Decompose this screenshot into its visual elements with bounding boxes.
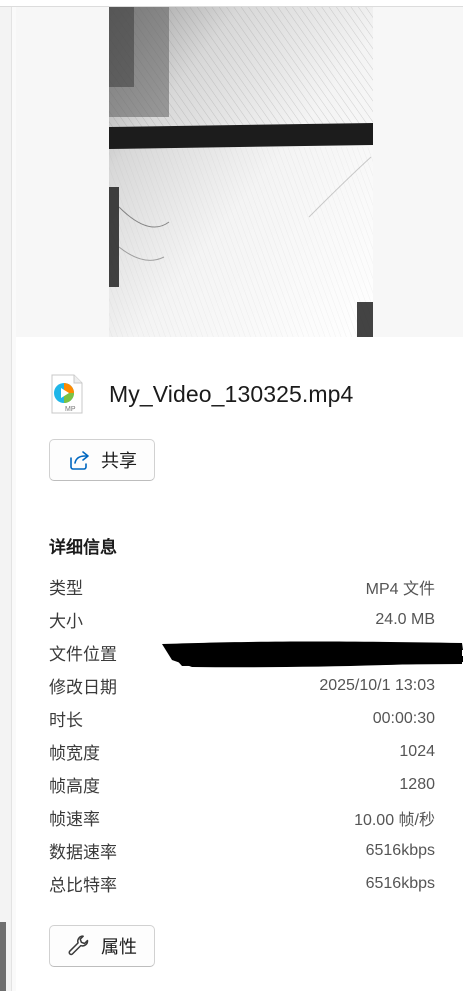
properties-button[interactable]: 属性: [49, 925, 155, 967]
detail-key: 大小: [49, 612, 83, 631]
file-icon-badge: MP: [65, 406, 76, 413]
detail-key: 文件位置: [49, 645, 117, 664]
detail-value: MP4 文件: [365, 580, 435, 598]
share-button-label: 共享: [101, 451, 137, 471]
video-thumbnail[interactable]: [109, 7, 373, 337]
detail-key: 帧宽度: [49, 744, 100, 763]
detail-key: 类型: [49, 579, 83, 598]
share-button[interactable]: 共享: [49, 439, 155, 481]
details-title: 详细信息: [49, 538, 117, 557]
redaction-mark: [162, 641, 463, 668]
detail-row-frame-height: 帧高度 1280: [49, 768, 435, 801]
detail-value: 1024: [399, 742, 435, 760]
left-scroll-track: [0, 7, 12, 991]
file-name: My_Video_130325.mp4: [109, 380, 354, 407]
properties-button-label: 属性: [101, 937, 137, 957]
detail-key: 帧速率: [49, 810, 100, 829]
mp4-file-icon: MP: [49, 374, 85, 414]
top-border: [0, 0, 463, 7]
detail-key: 数据速率: [49, 843, 117, 862]
file-header: MP My_Video_130325.mp4: [49, 372, 449, 416]
preview-area: [16, 7, 463, 337]
detail-row-frame-width: 帧宽度 1024: [49, 735, 435, 768]
wrench-icon: [67, 934, 91, 958]
detail-row-frame-rate: 帧速率 10.00 帧/秒: [49, 801, 435, 834]
detail-key: 帧高度: [49, 777, 100, 796]
detail-value: 6516kbps: [365, 841, 435, 859]
file-details-pane: MP My_Video_130325.mp4 共享 详细信息 类型 MP4 文件…: [0, 0, 463, 991]
detail-key: 总比特率: [49, 876, 117, 895]
detail-value: 2025/10/1 13:03: [319, 676, 435, 694]
share-icon: [67, 448, 91, 472]
details-list: 类型 MP4 文件 大小 24.0 MB 文件位置 修改日期 2025/10/1…: [49, 570, 463, 900]
detail-value: 24.0 MB: [375, 610, 435, 628]
detail-value: 00:00:30: [372, 709, 435, 727]
detail-row-data-rate: 数据速率 6516kbps: [49, 834, 435, 867]
detail-row-duration: 时长 00:00:30: [49, 702, 435, 735]
detail-key: 时长: [49, 711, 83, 730]
detail-row-modified: 修改日期 2025/10/1 13:03: [49, 669, 435, 702]
video-thumbnail-image: [109, 7, 373, 337]
detail-row-total-bitrate: 总比特率 6516kbps: [49, 867, 435, 900]
scrollbar-thumb[interactable]: [0, 922, 6, 991]
detail-key: 修改日期: [49, 678, 117, 697]
detail-value: 6516kbps: [365, 874, 435, 892]
detail-value: 1280: [399, 775, 435, 793]
detail-value: 10.00 帧/秒: [354, 811, 435, 829]
detail-row-type: 类型 MP4 文件: [49, 570, 435, 603]
detail-row-size: 大小 24.0 MB: [49, 603, 435, 636]
